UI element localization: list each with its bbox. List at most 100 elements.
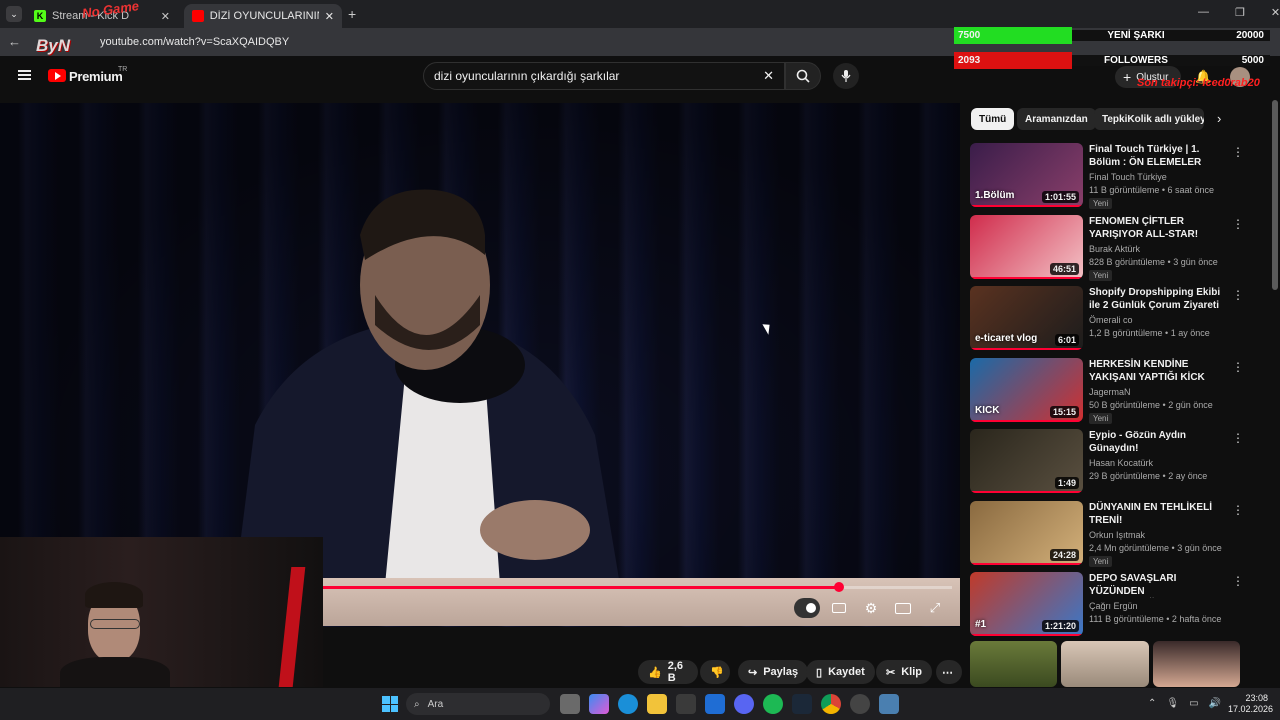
window-controls: — ❐ ✕ (1198, 6, 1280, 19)
recommended-video[interactable]: 1.Bölüm 1:01:55 Final Touch Türkiye | 1.… (970, 143, 1250, 209)
task-view-icon[interactable] (560, 694, 580, 714)
mic-icon[interactable]: 🎙 (1166, 698, 1179, 709)
chip-uploader[interactable]: TepkiKolik adlı yükleyici (1094, 108, 1204, 130)
video-title[interactable]: Eypio - Gözün Aydın Günaydın! (1089, 429, 1224, 455)
channel-name[interactable]: Orkun Işıtmak (1089, 530, 1145, 540)
video-title[interactable]: HERKESİN KENDİNE YAKIŞANI YAPTIĞI KİCK E… (1089, 358, 1224, 384)
video-thumbnail[interactable]: 1.Bölüm 1:01:55 (970, 143, 1083, 207)
channel-name[interactable]: Burak Aktürk (1089, 244, 1140, 254)
recommended-video[interactable]: e-ticaret vlog 6:01 Shopify Dropshipping… (970, 286, 1250, 352)
more-options-icon[interactable]: ⋮ (1232, 503, 1244, 517)
theater-mode-icon[interactable] (892, 598, 914, 618)
more-actions-button[interactable]: ⋯ (936, 660, 962, 684)
voice-search-button[interactable] (833, 63, 859, 89)
recommended-video[interactable]: #1 1:21:20 DEPO SAVAŞLARI YÜZÜNDEN ARKAD… (970, 572, 1250, 638)
app-icon[interactable] (879, 694, 899, 714)
clear-icon[interactable]: ✕ (763, 68, 774, 84)
more-options-icon[interactable]: ⋮ (1232, 431, 1244, 445)
more-options-icon[interactable]: ⋮ (1232, 217, 1244, 231)
video-title[interactable]: DÜNYANIN EN TEHLİKELİ TRENİ! (1089, 501, 1224, 527)
channel-name[interactable]: Ömerali co (1089, 315, 1133, 325)
more-options-icon[interactable]: ⋮ (1232, 288, 1244, 302)
search-button[interactable] (785, 62, 821, 90)
channel-name[interactable]: Final Touch Türkiye (1089, 172, 1167, 182)
video-thumbnail[interactable]: #1 1:21:20 (970, 572, 1083, 636)
discord-icon[interactable] (734, 694, 754, 714)
display-icon[interactable]: ▭ (1189, 698, 1198, 709)
file-explorer-icon[interactable] (647, 694, 667, 714)
obs-icon[interactable] (850, 694, 870, 714)
fullscreen-icon[interactable]: ⤢ (924, 598, 946, 618)
chevron-right-icon[interactable]: › (1217, 111, 1221, 126)
taskbar-search[interactable]: ⌕ Ara (406, 693, 550, 715)
video-title[interactable]: Shopify Dropshipping Ekibi ile 2 Günlük … (1089, 286, 1224, 312)
browser-tab-bar: ⌄ K Stream - Kick D ✕ DİZİ OYUNCULARININ… (0, 0, 1280, 28)
short-thumbnail[interactable] (970, 641, 1058, 687)
autoplay-toggle[interactable] (794, 598, 820, 618)
store-icon[interactable] (676, 694, 696, 714)
volume-icon[interactable]: 🔊 (1209, 698, 1221, 709)
chrome-icon[interactable] (821, 694, 841, 714)
settings-icon[interactable]: ⚙ (860, 598, 882, 618)
more-options-icon[interactable]: ⋮ (1232, 360, 1244, 374)
recommended-video[interactable]: 24:28 DÜNYANIN EN TEHLİKELİ TRENİ! Orkun… (970, 500, 1250, 567)
tab-list-button[interactable]: ⌄ (6, 6, 22, 22)
restore-icon[interactable]: ❐ (1235, 6, 1245, 19)
copilot-icon[interactable] (589, 694, 609, 714)
dislike-button[interactable]: 👎 (700, 660, 730, 684)
video-title[interactable]: Final Touch Türkiye | 1. Bölüm : ÖN ELEM… (1089, 143, 1224, 169)
video-thumbnail[interactable]: 1:49 (970, 429, 1083, 493)
chip-search[interactable]: Aramanızdan (1017, 108, 1096, 130)
mail-icon[interactable] (705, 694, 725, 714)
save-button[interactable]: ▯ Kaydet (806, 660, 875, 684)
close-icon[interactable]: ✕ (325, 10, 334, 23)
video-title[interactable]: FENOMEN ÇİFTLER YARIŞIYOR ALL-STAR! (SEV… (1089, 215, 1224, 241)
watched-bar (970, 348, 1083, 350)
kick-icon: K (34, 10, 46, 22)
close-icon[interactable]: ✕ (161, 10, 170, 23)
channel-name[interactable]: Hasan Kocatürk (1089, 458, 1153, 468)
video-meta: 11 B görüntüleme • 6 saat önce (1089, 185, 1215, 195)
spotify-icon[interactable] (763, 694, 783, 714)
url-field[interactable]: youtube.com/watch?v=ScaXQAIDQBY (100, 32, 950, 52)
clip-button[interactable]: ✂ Klip (876, 660, 932, 684)
video-thumbnail[interactable]: KICK 15:15 (970, 357, 1083, 422)
recommended-video[interactable]: KICK 15:15 HERKESİN KENDİNE YAKIŞANI YAP… (970, 357, 1250, 424)
edge-icon[interactable] (618, 694, 638, 714)
more-options-icon[interactable]: ⋮ (1232, 574, 1244, 588)
video-thumbnail[interactable]: e-ticaret vlog 6:01 (970, 286, 1083, 350)
clock[interactable]: 23:08 17.02.2026 (1228, 693, 1273, 715)
tab-label: DİZİ OYUNCULARININ SÖYLEDİ (209, 10, 319, 22)
steam-icon[interactable] (792, 694, 812, 714)
chip-all[interactable]: Tümü (971, 108, 1015, 130)
search-input[interactable]: dizi oyuncularının çıkardığı şarkılar ✕ (423, 62, 785, 90)
new-tab-button[interactable]: + (348, 6, 356, 22)
close-window-icon[interactable]: ✕ (1271, 6, 1280, 19)
minimize-icon[interactable]: — (1198, 6, 1209, 19)
short-thumbnail[interactable] (1061, 641, 1149, 687)
short-thumbnail[interactable] (1152, 641, 1240, 687)
menu-icon[interactable] (18, 70, 31, 80)
like-button[interactable]: 👍 2,6 B (638, 660, 698, 684)
thumbnail-text: 1.Bölüm (975, 190, 1015, 201)
video-title[interactable]: DEPO SAVAŞLARI YÜZÜNDEN ARKADAŞLIĞIMIZ .… (1089, 572, 1224, 598)
tab-youtube[interactable]: DİZİ OYUNCULARININ SÖYLEDİ ✕ (184, 4, 342, 28)
progress-scrubber[interactable] (833, 582, 844, 592)
more-options-icon[interactable]: ⋮ (1232, 145, 1244, 159)
channel-name[interactable]: Çağrı Ergün (1089, 601, 1138, 611)
recommended-video[interactable]: 1:49 Eypio - Gözün Aydın Günaydın! Hasan… (970, 429, 1250, 495)
video-thumbnail[interactable]: 24:28 (970, 500, 1083, 565)
share-button[interactable]: ↪ Paylaş (738, 660, 809, 684)
logo-text: ByN (36, 36, 71, 55)
youtube-logo-icon[interactable] (48, 69, 66, 82)
channel-name[interactable]: JagermaN (1089, 387, 1131, 397)
goal-bar-followers: 2093 FOLLOWERS 5000 (954, 52, 1270, 69)
video-thumbnail[interactable]: 46:51 (970, 214, 1083, 279)
scrollbar[interactable] (1272, 100, 1278, 290)
back-icon[interactable]: ← (8, 34, 21, 49)
windows-start-icon[interactable] (382, 696, 398, 712)
recommended-video[interactable]: 46:51 FENOMEN ÇİFTLER YARIŞIYOR ALL-STAR… (970, 214, 1250, 281)
new-badge: Yeni (1089, 269, 1113, 281)
subtitles-icon[interactable] (828, 598, 850, 618)
chevron-up-icon[interactable]: ⌃ (1148, 698, 1156, 709)
